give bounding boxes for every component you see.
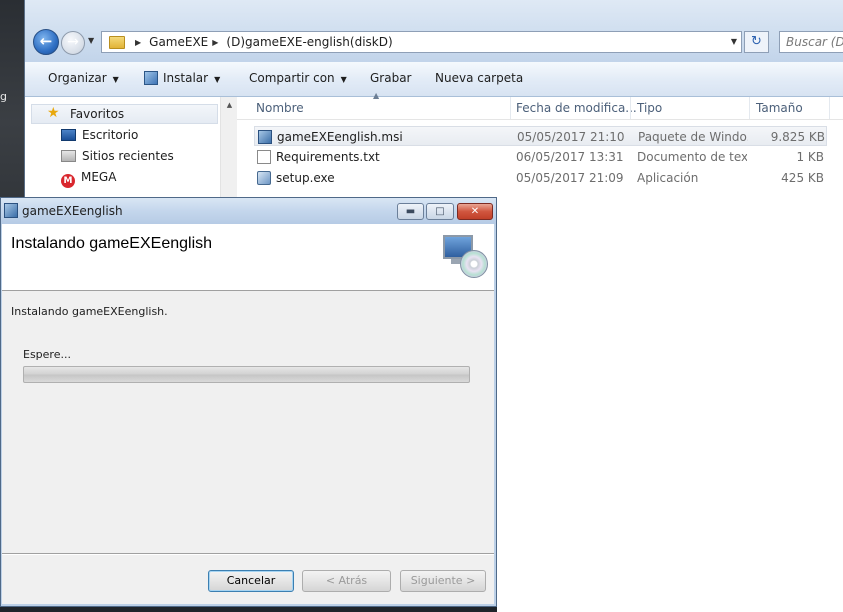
chevron-down-icon: ▼	[112, 75, 119, 84]
address-bar-band: ← → ▼ ▶ GameEXE ▶ (D)gameEXE-english(dis…	[25, 0, 843, 62]
installer-title: gameEXEenglish	[22, 204, 123, 218]
msi-package-icon	[4, 203, 18, 218]
install-menu[interactable]: Instalar ▼	[144, 71, 220, 85]
file-type: Paquete de Windo...	[638, 130, 748, 144]
breadcrumb-chevron-icon[interactable]: ▶	[212, 38, 218, 47]
msi-package-icon	[144, 71, 158, 85]
maximize-icon: □	[435, 206, 445, 217]
back-button[interactable]: ←	[33, 29, 59, 55]
maximize-button[interactable]: □	[426, 203, 454, 220]
file-name: gameEXEenglish.msi	[277, 130, 403, 144]
recent-pages-chevron-icon[interactable]: ▼	[88, 36, 94, 45]
star-icon: ★	[47, 105, 60, 121]
column-size[interactable]: Tamaño	[756, 101, 803, 115]
file-size: 1 KB	[796, 150, 824, 164]
disc-shape	[460, 250, 488, 278]
installer-dialog: gameEXEenglish ▬ □ ✕ Instalando gameEXEe…	[0, 197, 497, 607]
folder-icon	[109, 35, 125, 49]
installer-heading: Instalando gameEXEenglish	[11, 235, 213, 252]
file-date: 06/05/2017 13:31	[516, 150, 624, 164]
command-bar: Organizar ▼ Instalar ▼ Compartir con ▼ Grab…	[25, 62, 843, 97]
column-divider[interactable]	[749, 97, 750, 119]
organize-label: Organizar	[48, 71, 107, 85]
cancel-button[interactable]: Cancelar	[208, 570, 294, 592]
column-divider[interactable]	[510, 97, 511, 119]
desktop-text-fragment: g	[0, 90, 7, 103]
back-arrow-icon: ←	[39, 32, 53, 50]
breadcrumb-disk-folder[interactable]: (D)gameEXE-english(diskD)	[226, 35, 392, 49]
nav-item-label: MEGA	[81, 170, 117, 184]
favorites-label[interactable]: Favoritos	[70, 107, 124, 121]
install-label: Instalar	[163, 71, 209, 85]
install-status-text: Instalando gameEXEenglish.	[11, 305, 168, 318]
address-dropdown-icon[interactable]: ▼	[731, 37, 737, 46]
computer-disc-icon	[443, 235, 491, 279]
nav-item-label: Sitios recientes	[82, 149, 174, 163]
sort-ascending-icon: ▲	[373, 91, 380, 100]
share-label: Compartir con	[249, 71, 335, 85]
back-button-disabled[interactable]: < Atrás	[302, 570, 391, 592]
close-button[interactable]: ✕	[457, 203, 493, 220]
file-date: 05/05/2017 21:09	[516, 171, 624, 185]
nav-scrollbar[interactable]: ▲	[220, 97, 238, 207]
column-divider[interactable]	[630, 97, 631, 119]
text-file-icon	[257, 150, 271, 164]
breadcrumb-chevron-icon[interactable]: ▶	[135, 38, 141, 47]
column-headers: ▲ Nombre Fecha de modifica... Tipo Tamañ…	[237, 91, 843, 120]
nav-item-mega[interactable]: M MEGA	[61, 170, 116, 188]
column-type[interactable]: Tipo	[637, 101, 662, 115]
refresh-icon: ↻	[751, 34, 762, 49]
forward-button[interactable]: →	[61, 31, 85, 55]
installer-titlebar[interactable]: gameEXEenglish ▬ □ ✕	[1, 198, 496, 224]
file-row[interactable]: Requirements.txt 06/05/2017 13:31 Docume…	[254, 147, 827, 167]
wait-text: Espere...	[23, 348, 71, 361]
file-row[interactable]: gameEXEenglish.msi 05/05/2017 21:10 Paqu…	[254, 126, 827, 146]
column-date[interactable]: Fecha de modifica...	[516, 101, 637, 115]
mega-icon: M	[61, 174, 75, 188]
burn-button[interactable]: Grabar	[370, 71, 412, 85]
desktop-icon	[61, 129, 76, 141]
recent-places-icon	[61, 150, 76, 162]
breadcrumb-gameexe[interactable]: GameEXE	[149, 35, 208, 49]
minimize-icon: ▬	[405, 206, 416, 217]
file-row[interactable]: setup.exe 05/05/2017 21:09 Aplicación 42…	[254, 168, 827, 188]
dialog-shadow	[0, 607, 497, 612]
scroll-up-icon[interactable]: ▲	[221, 101, 238, 109]
search-input[interactable]: Buscar (D)g	[779, 31, 843, 53]
button-separator	[2, 553, 494, 555]
msi-package-icon	[258, 130, 272, 144]
file-type: Aplicación	[637, 171, 699, 185]
next-button-disabled[interactable]: Siguiente >	[400, 570, 486, 592]
column-divider[interactable]	[829, 97, 830, 119]
progress-bar	[23, 366, 470, 383]
file-name: Requirements.txt	[276, 150, 380, 164]
file-date: 05/05/2017 21:10	[517, 130, 625, 144]
new-folder-button[interactable]: Nueva carpeta	[435, 71, 523, 85]
close-icon: ✕	[470, 206, 480, 217]
refresh-button[interactable]: ↻	[744, 31, 769, 53]
file-size: 425 KB	[781, 171, 824, 185]
address-bar[interactable]: ▶ GameEXE ▶ (D)gameEXE-english(diskD) ▼	[101, 31, 742, 53]
forward-arrow-icon: →	[67, 34, 79, 50]
file-name: setup.exe	[276, 171, 335, 185]
installer-banner: Instalando gameEXEenglish	[2, 224, 494, 291]
organize-menu[interactable]: Organizar ▼	[48, 71, 119, 85]
file-type: Documento de tex...	[637, 150, 747, 164]
minimize-button[interactable]: ▬	[397, 203, 424, 220]
nav-item-recent-places[interactable]: Sitios recientes	[61, 149, 174, 163]
chevron-down-icon: ▼	[214, 75, 221, 84]
file-size: 9.825 KB	[770, 130, 825, 144]
column-name[interactable]: Nombre	[256, 101, 304, 115]
nav-item-desktop[interactable]: Escritorio	[61, 128, 138, 142]
setup-exe-icon	[257, 171, 271, 185]
nav-item-label: Escritorio	[82, 128, 139, 142]
share-menu[interactable]: Compartir con ▼	[249, 71, 347, 85]
installer-body: Instalando gameEXEenglish Instalando gam…	[2, 224, 494, 604]
chevron-down-icon: ▼	[340, 75, 347, 84]
